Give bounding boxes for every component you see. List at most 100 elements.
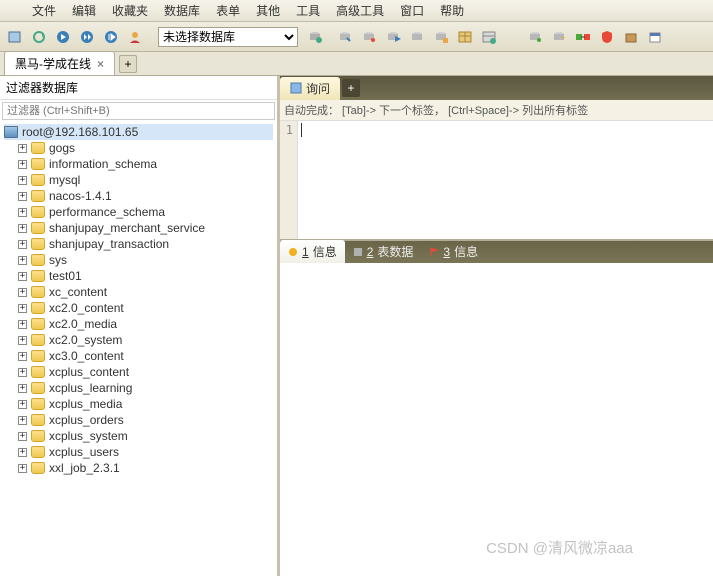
editor-body[interactable] (298, 121, 713, 239)
expand-icon[interactable]: + (18, 224, 27, 233)
expand-icon[interactable]: + (18, 416, 27, 425)
menu-table[interactable]: 表单 (208, 2, 248, 19)
tree-db-item[interactable]: +shanjupay_merchant_service (4, 220, 273, 236)
tree-db-item[interactable]: +nacos-1.4.1 (4, 188, 273, 204)
tree-db-item[interactable]: +xcplus_orders (4, 412, 273, 428)
sql-editor[interactable]: 1 (280, 121, 713, 241)
execute-selected-icon[interactable] (100, 26, 122, 48)
calendar-icon[interactable] (644, 26, 666, 48)
expand-icon[interactable]: + (18, 208, 27, 217)
expand-icon[interactable]: + (18, 432, 27, 441)
execute-icon[interactable] (52, 26, 74, 48)
database-icon (31, 334, 45, 346)
tree-db-item[interactable]: +xcplus_content (4, 364, 273, 380)
tree-db-item[interactable]: +information_schema (4, 156, 273, 172)
menu-window[interactable]: 窗口 (392, 2, 432, 19)
tree-db-item[interactable]: + xcplus_system (4, 428, 273, 444)
menu-file[interactable]: 文件 (24, 2, 64, 19)
connection-tab[interactable]: 黑马-学成在线 × (4, 51, 115, 75)
transfer-icon[interactable] (572, 26, 594, 48)
menu-adv-tools[interactable]: 高级工具 (328, 2, 392, 19)
db-label: xcplus_media (49, 397, 122, 411)
expand-icon[interactable]: + (18, 448, 27, 457)
database-icon (31, 398, 45, 410)
database-icon (31, 142, 45, 154)
tree-db-item[interactable]: +sys (4, 252, 273, 268)
expand-icon[interactable]: + (18, 144, 27, 153)
table2-icon[interactable] (478, 26, 500, 48)
tab-add-button[interactable]: + (119, 55, 137, 73)
expand-icon[interactable]: + (18, 384, 27, 393)
expand-icon[interactable]: + (18, 320, 27, 329)
menu-tools[interactable]: 工具 (288, 2, 328, 19)
menu-favorites[interactable]: 收藏夹 (104, 2, 156, 19)
user-icon[interactable] (124, 26, 146, 48)
refresh-icon[interactable] (28, 26, 50, 48)
tree-db-item[interactable]: +xc_content (4, 284, 273, 300)
expand-icon[interactable]: + (18, 400, 27, 409)
menu-edit[interactable]: 编辑 (64, 2, 104, 19)
menu-other[interactable]: 其他 (248, 2, 288, 19)
db-label: xcplus_system (49, 429, 128, 443)
tree-root[interactable]: root@192.168.101.65 (4, 124, 273, 140)
expand-icon[interactable]: + (18, 256, 27, 265)
table-icon (353, 247, 363, 257)
db-tool3-icon[interactable]: ▸ (382, 26, 404, 48)
result-tab-data[interactable]: 2 表数据 (345, 240, 422, 263)
database-select[interactable]: 未选择数据库 (158, 27, 298, 47)
tree-db-item[interactable]: +xxl_job_2.3.1 (4, 460, 273, 476)
tree-db-item[interactable]: +xc3.0_content (4, 348, 273, 364)
toolbar: 未选择数据库 ▸ (0, 22, 713, 52)
database-tree: root@192.168.101.65 +gogs+information_sc… (0, 122, 277, 576)
tree-db-item[interactable]: +shanjupay_transaction (4, 236, 273, 252)
filter-input[interactable] (2, 102, 275, 120)
expand-icon[interactable]: + (18, 368, 27, 377)
db-tool4-icon[interactable] (406, 26, 428, 48)
expand-icon[interactable]: + (18, 464, 27, 473)
db-export-icon[interactable] (548, 26, 570, 48)
box-icon[interactable] (620, 26, 642, 48)
tree-db-item[interactable]: + xcplus_media (4, 396, 273, 412)
expand-icon[interactable]: + (18, 272, 27, 281)
result-tab-info[interactable]: 1 信息 (280, 240, 345, 263)
tree-db-item[interactable]: +xc2.0_system (4, 332, 273, 348)
query-tab-label: 询问 (306, 80, 330, 97)
database-icon (31, 174, 45, 186)
expand-icon[interactable]: + (18, 160, 27, 169)
expand-icon[interactable]: + (18, 304, 27, 313)
execute-all-icon[interactable] (76, 26, 98, 48)
expand-icon[interactable]: + (18, 176, 27, 185)
query-tab[interactable]: 询问 (280, 77, 340, 100)
db-tool2-icon[interactable] (358, 26, 380, 48)
db-green-icon[interactable] (524, 26, 546, 48)
expand-icon[interactable]: + (18, 288, 27, 297)
tree-db-item[interactable]: +xcplus_users (4, 444, 273, 460)
database-icon (31, 318, 45, 330)
root-label: root@192.168.101.65 (22, 125, 138, 139)
new-connection-icon[interactable] (4, 26, 26, 48)
db-label: xcplus_learning (49, 381, 132, 395)
expand-icon[interactable]: + (18, 336, 27, 345)
expand-icon[interactable]: + (18, 240, 27, 249)
result-tab-info2[interactable]: 3 信息 (421, 240, 486, 263)
table-icon[interactable] (454, 26, 476, 48)
expand-icon[interactable]: + (18, 192, 27, 201)
menu-help[interactable]: 帮助 (432, 2, 472, 19)
db-tool5-icon[interactable] (430, 26, 452, 48)
tree-db-item[interactable]: +xc2.0_media (4, 316, 273, 332)
line-gutter: 1 (280, 121, 298, 239)
tree-db-item[interactable]: +test01 (4, 268, 273, 284)
expand-icon[interactable]: + (18, 352, 27, 361)
tree-db-item[interactable]: +gogs (4, 140, 273, 156)
tree-db-item[interactable]: +xc2.0_content (4, 300, 273, 316)
tab-close-icon[interactable]: × (97, 57, 104, 71)
shield-icon[interactable] (596, 26, 618, 48)
tab-label: 黑马-学成在线 (15, 55, 91, 72)
menu-database[interactable]: 数据库 (156, 2, 208, 19)
query-tab-add[interactable]: + (342, 79, 360, 97)
tree-db-item[interactable]: +performance_schema (4, 204, 273, 220)
tree-db-item[interactable]: + xcplus_learning (4, 380, 273, 396)
db-tool1-icon[interactable] (334, 26, 356, 48)
db-refresh-icon[interactable] (304, 26, 326, 48)
tree-db-item[interactable]: +mysql (4, 172, 273, 188)
